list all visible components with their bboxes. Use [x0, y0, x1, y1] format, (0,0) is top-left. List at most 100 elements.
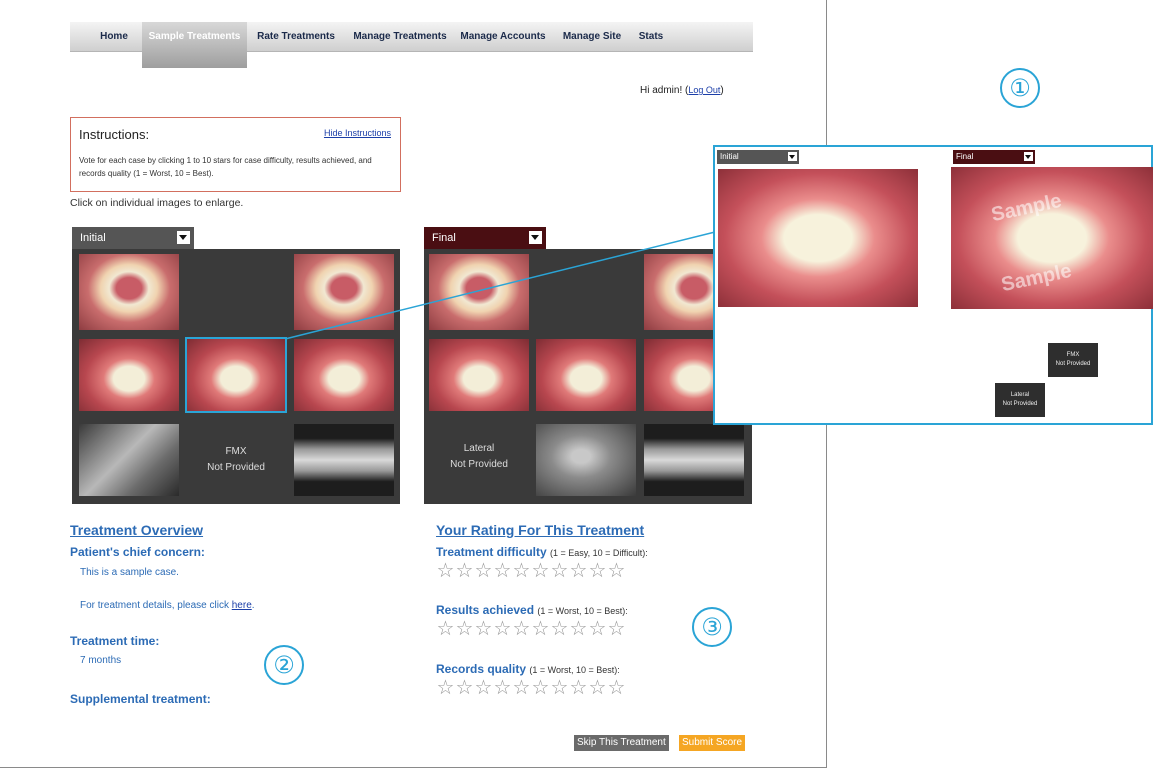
initial-fmx-placeholder: FMX Not Provided [187, 444, 285, 476]
star-icon[interactable]: ☆ [436, 619, 455, 639]
nav-rate-treatments[interactable]: Rate Treatments [256, 22, 336, 52]
zoom-thumb-12[interactable] [889, 383, 939, 417]
star-icon[interactable]: ☆ [531, 619, 550, 639]
click-hint: Click on individual images to enlarge. [70, 197, 244, 209]
lateral-label: Lateral [463, 443, 495, 454]
zoom-initial-select[interactable]: Initial [717, 150, 799, 164]
difficulty-scale: (1 = Easy, 10 = Difficult): [550, 548, 648, 558]
star-icon[interactable]: ☆ [607, 678, 626, 698]
star-icon[interactable]: ☆ [550, 561, 569, 581]
chief-concern-label: Patient's chief concern: [70, 545, 205, 559]
star-icon[interactable]: ☆ [455, 678, 474, 698]
star-icon[interactable]: ☆ [512, 619, 531, 639]
zoom-thumb-16[interactable] [1101, 383, 1151, 417]
results-label: Results achieved (1 = Worst, 10 = Best): [436, 603, 628, 617]
final-select[interactable]: Final [424, 227, 546, 249]
star-icon[interactable]: ☆ [474, 678, 493, 698]
zoom-thumb-10[interactable] [783, 383, 833, 417]
star-icon[interactable]: ☆ [474, 561, 493, 581]
star-icon[interactable]: ☆ [588, 619, 607, 639]
zoom-fmx-status: Not Provided [1055, 361, 1091, 367]
records-scale: (1 = Worst, 10 = Best): [529, 665, 620, 675]
rating-heading: Your Rating For This Treatment [436, 522, 645, 538]
chevron-down-icon [1024, 152, 1033, 161]
difficulty-label: Treatment difficulty (1 = Easy, 10 = Dif… [436, 545, 648, 559]
initial-select[interactable]: Initial [72, 227, 194, 249]
zoom-thumb-8[interactable] [1101, 343, 1151, 377]
initial-upper-occlusal-photo[interactable] [79, 254, 179, 330]
zoom-final-photo[interactable]: Sample Sample [951, 167, 1153, 309]
zoom-thumb-1[interactable] [730, 343, 780, 377]
zoom-thumb-15[interactable] [1048, 383, 1098, 417]
final-upper-occlusal-photo[interactable] [429, 254, 529, 330]
hide-instructions-link[interactable]: Hide Instructions [324, 128, 391, 138]
initial-lower-occlusal-photo[interactable] [294, 254, 394, 330]
zoom-final-select[interactable]: Final [953, 150, 1035, 164]
greeting-text: Hi admin! ( [640, 85, 689, 96]
star-icon[interactable]: ☆ [588, 561, 607, 581]
records-label: Records quality (1 = Worst, 10 = Best): [436, 662, 620, 676]
star-icon[interactable]: ☆ [493, 619, 512, 639]
records-title: Records quality [436, 662, 527, 676]
nav-stats[interactable]: Stats [636, 22, 666, 52]
callout-two: ② [264, 645, 304, 685]
user-greeting: Hi admin! (Log Out) [640, 85, 724, 96]
zoom-thumb-4[interactable] [889, 343, 939, 377]
nav-manage-treatments[interactable]: Manage Treatments [350, 22, 450, 52]
details-link[interactable]: here [232, 600, 252, 611]
nav-home[interactable]: Home [94, 22, 134, 52]
records-stars: ☆☆☆☆☆☆☆☆☆☆ [436, 678, 626, 699]
star-icon[interactable]: ☆ [531, 678, 550, 698]
star-icon[interactable]: ☆ [493, 678, 512, 698]
skip-treatment-button[interactable]: Skip This Treatment [574, 735, 669, 751]
nav-manage-site[interactable]: Manage Site [560, 22, 624, 52]
initial-pano-xray[interactable] [294, 424, 394, 496]
star-icon[interactable]: ☆ [474, 619, 493, 639]
final-right-buccal-photo[interactable] [429, 339, 529, 411]
final-frontal-photo[interactable] [536, 339, 636, 411]
initial-ceph-xray[interactable] [79, 424, 179, 496]
star-icon[interactable]: ☆ [550, 678, 569, 698]
star-icon[interactable]: ☆ [588, 678, 607, 698]
star-icon[interactable]: ☆ [512, 678, 531, 698]
fmx-label: FMX [225, 446, 247, 457]
star-icon[interactable]: ☆ [569, 561, 588, 581]
instructions-title: Instructions: [79, 127, 150, 142]
initial-left-buccal-photo[interactable] [294, 339, 394, 411]
star-icon[interactable]: ☆ [493, 561, 512, 581]
star-icon[interactable]: ☆ [550, 619, 569, 639]
zoom-thumb-2[interactable] [783, 343, 833, 377]
star-icon[interactable]: ☆ [569, 619, 588, 639]
callout-one: ① [1000, 68, 1040, 108]
zoom-thumb-9[interactable] [730, 383, 780, 417]
nav-manage-accounts[interactable]: Manage Accounts [458, 22, 548, 52]
zoom-lateral-status: Not Provided [1002, 401, 1038, 407]
zoom-thumb-6[interactable] [995, 343, 1045, 377]
star-icon[interactable]: ☆ [607, 561, 626, 581]
lateral-status: Not Provided [450, 459, 508, 470]
logout-link[interactable]: Log Out [688, 85, 720, 95]
zoom-thumb-5[interactable] [942, 343, 992, 377]
initial-right-buccal-photo[interactable] [79, 339, 179, 411]
submit-score-button[interactable]: Submit Score [679, 735, 746, 751]
star-icon[interactable]: ☆ [436, 561, 455, 581]
star-icon[interactable]: ☆ [512, 561, 531, 581]
star-icon[interactable]: ☆ [455, 619, 474, 639]
star-icon[interactable]: ☆ [455, 561, 474, 581]
nav-sample-treatments[interactable]: Sample Treatments [142, 22, 247, 68]
star-icon[interactable]: ☆ [531, 561, 550, 581]
results-scale: (1 = Worst, 10 = Best): [537, 606, 628, 616]
results-stars: ☆☆☆☆☆☆☆☆☆☆ [436, 619, 626, 640]
final-periapical-xray[interactable] [536, 424, 636, 496]
final-pano-xray[interactable] [644, 424, 744, 496]
enlarged-view-panel: Initial Final Sample Sample FMX Not Prov… [713, 145, 1153, 425]
zoom-thumb-11[interactable] [836, 383, 886, 417]
zoom-thumb-13[interactable] [942, 383, 992, 417]
initial-frontal-photo[interactable] [185, 337, 287, 413]
chevron-down-icon [529, 231, 542, 244]
star-icon[interactable]: ☆ [436, 678, 455, 698]
star-icon[interactable]: ☆ [569, 678, 588, 698]
star-icon[interactable]: ☆ [607, 619, 626, 639]
zoom-initial-photo[interactable] [718, 169, 918, 307]
zoom-thumb-3[interactable] [836, 343, 886, 377]
